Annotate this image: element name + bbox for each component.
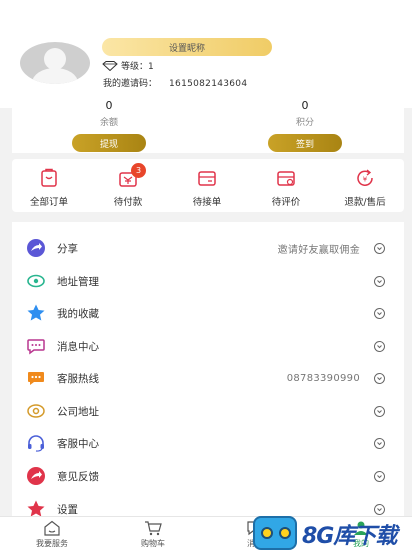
level-info: 等级：1 — [102, 59, 154, 72]
menu-item-label: 分享 — [57, 242, 78, 255]
chevron-right-icon — [374, 242, 385, 254]
assets-panel: 0 余额 提现 0 积分 签到 — [12, 97, 404, 153]
order-refund[interactable]: ¥ 退款/售后 — [330, 168, 400, 208]
order-icon — [41, 168, 57, 187]
refund-icon: ¥ — [357, 169, 373, 186]
chevron-right-icon — [374, 307, 385, 319]
set-nickname-button[interactable]: 设置昵称 — [102, 38, 272, 56]
order-pending-payment[interactable]: 3 待付款 — [93, 163, 163, 208]
star-icon — [27, 304, 45, 321]
menu-item-service-center[interactable]: 客服中心 — [12, 427, 404, 459]
share-icon — [27, 239, 45, 257]
order-pending-accept-label: 待接单 — [192, 197, 222, 208]
menu-item-address[interactable]: 地址管理 — [12, 265, 404, 297]
menu-item-favorites[interactable]: 我的收藏 — [12, 297, 404, 329]
chevron-right-icon — [374, 405, 385, 417]
profile-header: 设置昵称 等级：1 我的邀请码： 1615082143604 — [0, 0, 412, 108]
order-refund-label: 退款/售后 — [344, 197, 386, 208]
headset-icon — [28, 435, 44, 452]
receive-icon — [198, 171, 216, 186]
robot-logo-icon — [253, 516, 297, 550]
tab-cart[interactable]: 购物车 — [113, 520, 193, 549]
menu-item-company-address[interactable]: 公司地址 — [12, 395, 404, 427]
menu-item-label: 我的收藏 — [57, 307, 99, 320]
chevron-right-icon — [374, 470, 385, 482]
pending-payment-badge: 3 — [131, 163, 146, 178]
balance-block: 0 余额 提现 — [64, 99, 154, 152]
menu-item-label: 客服热线 — [57, 372, 99, 385]
balance-value: 0 — [105, 99, 113, 112]
order-pending-review[interactable]: 待评价 — [251, 168, 321, 208]
invite-label: 我的邀请码： — [103, 79, 158, 89]
svg-text:¥: ¥ — [363, 176, 368, 184]
chevron-right-icon — [374, 372, 385, 384]
tab-label: 购物车 — [141, 539, 165, 548]
menu-item-label: 意见反馈 — [57, 470, 99, 483]
order-all[interactable]: 全部订单 — [14, 168, 84, 208]
balance-label: 余额 — [99, 118, 118, 128]
menu-item-extra: 邀请好友赢取佣金 — [277, 244, 360, 256]
menu-item-messages[interactable]: 消息中心 — [12, 330, 404, 362]
menu-item-label: 地址管理 — [57, 275, 99, 288]
invite-code-row: 我的邀请码： 1615082143604 — [103, 76, 247, 89]
menu-item-share[interactable]: 分享 邀请好友赢取佣金 — [12, 232, 404, 264]
eye-icon — [27, 274, 45, 288]
points-value: 0 — [301, 99, 309, 112]
chevron-right-icon — [374, 437, 385, 449]
watermark-logo: 8G库下载 — [250, 514, 412, 550]
hotline-number[interactable]: 08783390990 — [287, 373, 360, 384]
review-icon — [277, 171, 295, 186]
feedback-icon — [27, 467, 45, 485]
hotline-icon — [28, 372, 44, 385]
order-pending-accept[interactable]: 待接单 — [172, 168, 242, 208]
menu-item-hotline[interactable]: 客服热线 08783390990 — [12, 362, 404, 394]
tab-service[interactable]: 我要服务 — [12, 520, 92, 549]
message-icon — [27, 339, 45, 355]
order-pending-review-label: 待评价 — [271, 197, 301, 208]
chevron-right-icon — [374, 275, 385, 287]
menu-item-label: 公司地址 — [57, 405, 99, 418]
checkin-button[interactable]: 签到 — [268, 134, 342, 152]
menu-item-label: 设置 — [57, 503, 78, 516]
order-shortcuts: 全部订单 3 待付款 待接单 待评价 ¥ 退款/售后 — [12, 159, 404, 212]
avatar[interactable] — [20, 42, 90, 84]
invite-code[interactable]: 1615082143604 — [169, 79, 247, 89]
home-icon — [44, 520, 60, 536]
order-pending-payment-label: 待付款 — [113, 197, 143, 208]
menu-list: 分享 邀请好友赢取佣金 地址管理 我的收藏 消息中心 客服热线 08783390… — [12, 222, 404, 517]
menu-item-label: 客服中心 — [57, 437, 99, 450]
chevron-right-icon — [374, 340, 385, 352]
level-text: 等级：1 — [121, 62, 154, 72]
tab-label: 我要服务 — [36, 539, 68, 548]
diamond-icon — [102, 60, 118, 71]
location-icon — [27, 404, 45, 418]
cart-icon — [145, 521, 162, 536]
points-label: 积分 — [295, 118, 314, 128]
menu-item-label: 消息中心 — [57, 340, 99, 353]
order-all-label: 全部订单 — [29, 197, 68, 208]
withdraw-button[interactable]: 提现 — [72, 134, 146, 152]
menu-item-feedback[interactable]: 意见反馈 — [12, 460, 404, 492]
points-block: 0 积分 签到 — [260, 99, 350, 152]
watermark-text: 8G库下载 — [302, 524, 397, 549]
